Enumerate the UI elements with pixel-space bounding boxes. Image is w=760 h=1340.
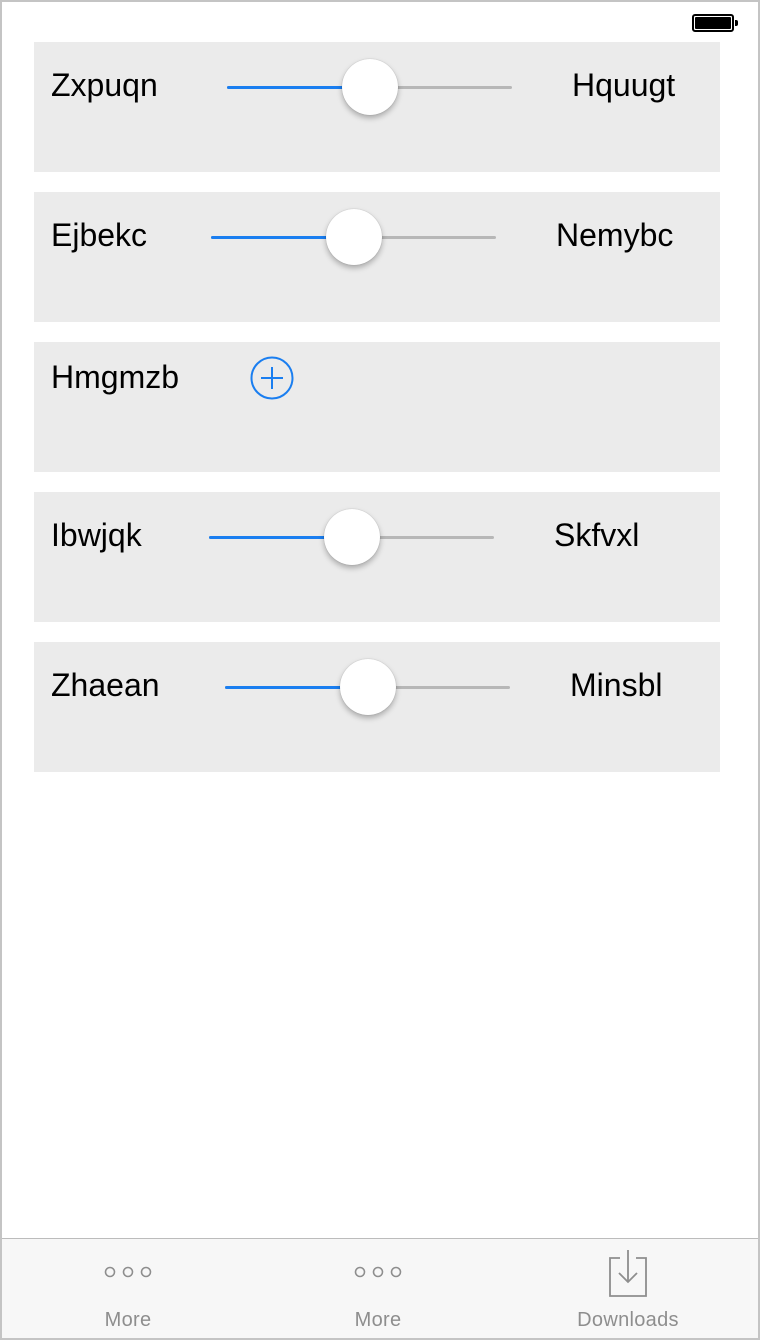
row-right-label: Minsbl [570, 667, 663, 703]
slider-thumb[interactable] [339, 659, 396, 715]
more-icon [104, 1266, 152, 1278]
tab-more-2[interactable]: More [252, 1239, 504, 1338]
battery-icon [692, 14, 738, 32]
row-left-label: Zxpuqn [51, 67, 158, 103]
app-window: Zxpuqn Hquugt Ejbekc Nemybc Hmgmzb Ibwjq… [0, 0, 760, 1340]
tab-label: More [354, 1309, 402, 1331]
setting-row-4: Ibwjqk Skfvxl [34, 492, 720, 622]
value-slider[interactable] [227, 59, 512, 115]
row-left-label: Hmgmzb [51, 359, 180, 395]
value-slider[interactable] [211, 209, 496, 265]
tab-downloads[interactable]: Downloads [502, 1239, 754, 1338]
plus-circle-icon[interactable] [250, 356, 294, 400]
slider-thumb[interactable] [341, 59, 398, 115]
tab-label: Downloads [577, 1309, 679, 1331]
setting-row-5: Zhaean Minsbl [34, 642, 720, 772]
tab-bar: More More Downloads [2, 1238, 758, 1338]
setting-row-2: Ejbekc Nemybc [34, 192, 720, 322]
row-right-label: Skfvxl [554, 517, 640, 553]
downloads-icon [609, 1250, 647, 1297]
value-slider[interactable] [209, 509, 494, 565]
row-left-label: Ejbekc [51, 217, 148, 253]
tab-more-1[interactable]: More [2, 1239, 254, 1338]
row-right-label: Nemybc [556, 217, 674, 253]
slider-thumb[interactable] [323, 509, 380, 565]
row-left-label: Ibwjqk [51, 517, 142, 553]
setting-row-3: Hmgmzb [34, 342, 720, 472]
value-slider[interactable] [225, 659, 510, 715]
row-right-label: Hquugt [572, 67, 676, 103]
more-icon [354, 1266, 402, 1278]
setting-row-1: Zxpuqn Hquugt [34, 42, 720, 172]
row-left-label: Zhaean [51, 667, 160, 703]
slider-thumb[interactable] [325, 209, 382, 265]
tab-label: More [104, 1309, 152, 1331]
